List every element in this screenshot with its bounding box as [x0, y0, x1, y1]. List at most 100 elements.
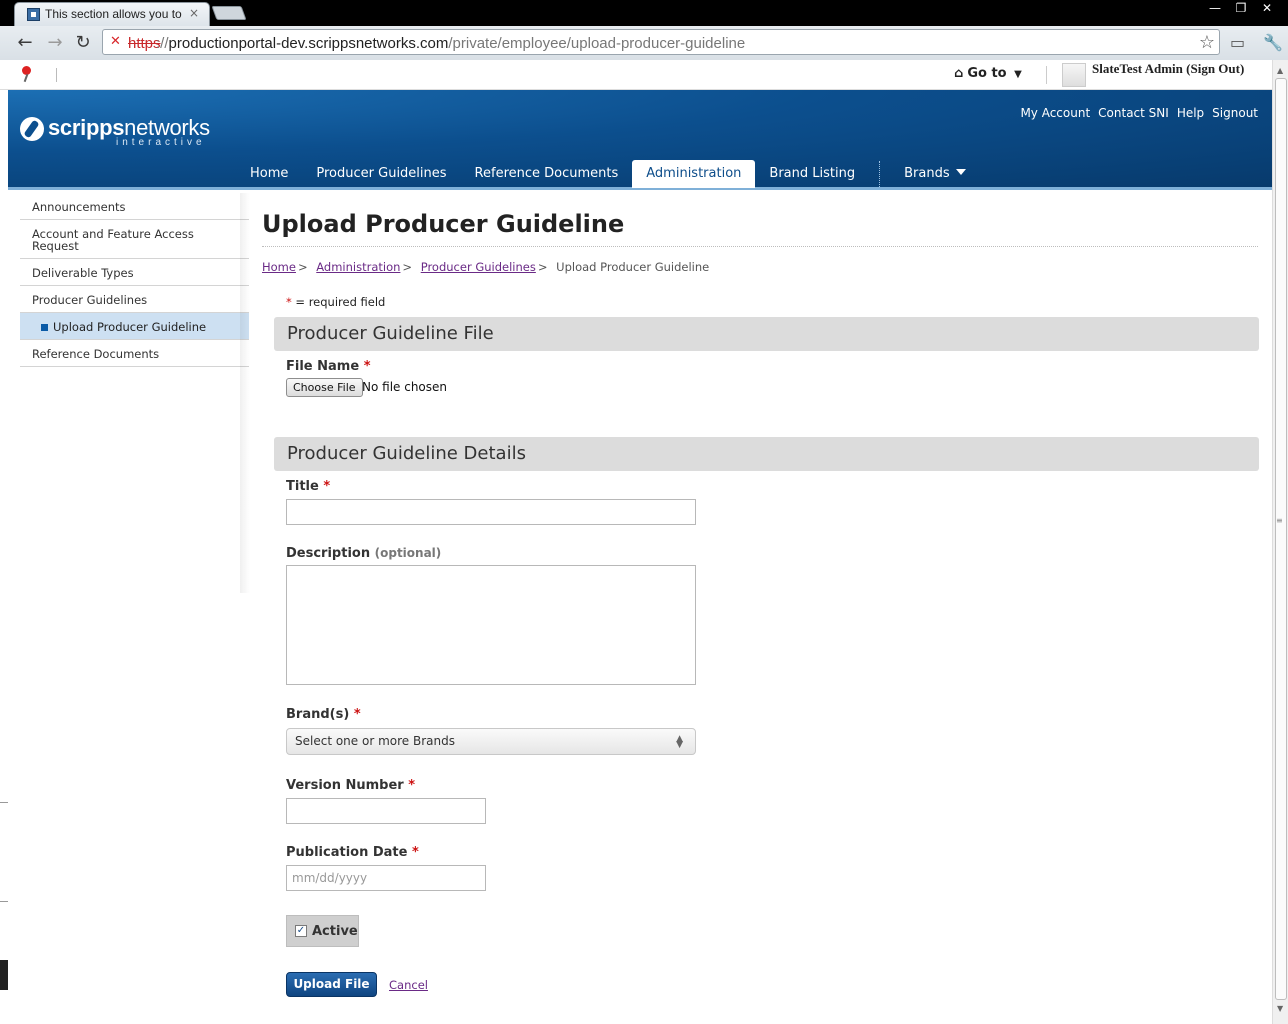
date-placeholder: mm/dd/yyyy — [292, 871, 368, 885]
section-file-header: Producer Guideline File — [274, 317, 1259, 351]
active-checkbox-group[interactable]: ✓ Active — [286, 915, 359, 947]
nav-home[interactable]: Home — [236, 160, 302, 188]
brands-select-placeholder: Select one or more Brands — [295, 734, 455, 748]
broken-lock-icon: ✕ — [110, 34, 121, 49]
nav-divider — [879, 161, 881, 187]
breadcrumb-separator: > — [537, 260, 548, 274]
brands-select[interactable]: Select one or more Brands ▲ ▼ — [286, 728, 696, 755]
breadcrumb-separator: > — [297, 260, 308, 274]
sidebar-item-producer-guidelines[interactable]: Producer Guidelines — [20, 286, 249, 313]
required-marker: * — [412, 845, 419, 860]
required-marker: * — [363, 359, 371, 374]
title-label: Title * — [286, 479, 330, 494]
brands-label-text: Brand(s) — [286, 707, 350, 722]
bookmarks-divider — [56, 68, 57, 82]
user-signout-link[interactable]: SlateTest Admin (Sign Out) — [1092, 61, 1244, 77]
description-textarea[interactable] — [286, 565, 696, 685]
sidebar: Announcements Account and Feature Access… — [20, 193, 249, 367]
sidebar-item-reference-documents[interactable]: Reference Documents — [20, 340, 249, 367]
contact-sni-link[interactable]: Contact SNI — [1098, 106, 1169, 120]
forward-arrow-icon[interactable]: → — [44, 32, 66, 54]
home-icon: ⌂ — [954, 66, 964, 81]
section-details-title: Producer Guideline Details — [287, 443, 526, 464]
caret-down-icon — [955, 169, 966, 175]
section-file-title: Producer Guideline File — [287, 323, 494, 344]
breadcrumb: Home > Administration > Producer Guideline… — [262, 260, 709, 274]
logo-subtitle: interactive — [116, 137, 206, 148]
cancel-link[interactable]: Cancel — [389, 978, 428, 992]
publication-date-input[interactable]: mm/dd/yyyy — [286, 865, 486, 891]
nav-brand-listing[interactable]: Brand Listing — [755, 160, 869, 188]
nav-administration[interactable]: Administration — [632, 160, 756, 188]
avatar — [1062, 63, 1086, 87]
nav-producer-guidelines[interactable]: Producer Guidelines — [302, 160, 460, 188]
choose-file-button[interactable]: Choose File — [286, 378, 363, 397]
browser-tab[interactable]: This section allows you to × — [14, 2, 210, 26]
scrollbar-thumb[interactable] — [1275, 78, 1287, 1000]
sidebar-item-upload-producer-guideline[interactable]: Upload Producer Guideline — [20, 313, 249, 340]
signout-link[interactable]: Signout — [1212, 106, 1258, 120]
active-checkbox[interactable]: ✓ — [295, 925, 307, 937]
goto-menu[interactable]: ⌂ Go to ▼ — [954, 66, 1022, 81]
address-bar[interactable]: ✕ https ://productionportal-dev.scrippsn… — [102, 29, 1220, 55]
logo-bold-text: scripps — [48, 115, 125, 140]
pin-icon[interactable] — [20, 66, 32, 82]
tab-close-icon[interactable]: × — [189, 6, 199, 20]
scrollbar[interactable]: ▲ ≡ ▼ — [1272, 60, 1288, 1024]
goto-label: Go to — [967, 66, 1007, 81]
title-input[interactable] — [286, 499, 696, 525]
tab-title: This section allows you to — [45, 7, 182, 21]
publication-date-label-text: Publication Date — [286, 845, 408, 860]
version-label-text: Version Number — [286, 778, 404, 793]
breadcrumb-producer-guidelines[interactable]: Producer Guidelines — [421, 260, 536, 274]
file-status-text: No file chosen — [362, 380, 448, 394]
close-window-button[interactable]: ✕ — [1254, 0, 1280, 18]
breadcrumb-current: Upload Producer Guideline — [556, 260, 710, 274]
url-path: /private/employee/upload-producer-guidel… — [448, 35, 746, 52]
site-header: scrippsnetworks interactive My Account C… — [8, 90, 1272, 190]
required-marker: * — [353, 707, 361, 722]
bookmark-star-icon[interactable]: ☆ — [1199, 32, 1215, 53]
extension-icon[interactable]: ▭ — [1230, 33, 1245, 52]
edge-dark-block — [0, 960, 8, 990]
upload-file-button[interactable]: Upload File — [286, 972, 377, 997]
minimize-button[interactable]: — — [1202, 0, 1228, 18]
version-number-input[interactable] — [286, 798, 486, 824]
sidebar-shadow — [240, 193, 250, 593]
brands-label: Brand(s) * — [286, 707, 361, 722]
back-arrow-icon[interactable]: ← — [14, 32, 36, 54]
breadcrumb-separator: > — [402, 260, 413, 274]
section-details-header: Producer Guideline Details — [274, 437, 1259, 471]
edge-marks — [0, 802, 8, 902]
sidebar-item-deliverable-types[interactable]: Deliverable Types — [20, 259, 249, 286]
required-marker: * — [286, 295, 292, 309]
scroll-up-icon[interactable]: ▲ — [1277, 66, 1283, 75]
web-page: scrippsnetworks interactive My Account C… — [8, 90, 1272, 1024]
restore-button[interactable]: ❐ — [1228, 0, 1254, 18]
help-link[interactable]: Help — [1177, 106, 1204, 120]
required-marker: * — [408, 778, 416, 793]
browser-titlebar: This section allows you to × — ❐ ✕ — [0, 0, 1288, 26]
wrench-icon[interactable]: 🔧 — [1263, 33, 1283, 52]
reload-icon[interactable]: ↻ — [72, 32, 94, 54]
new-tab-button[interactable] — [211, 6, 247, 20]
page-title: Upload Producer Guideline — [262, 210, 625, 238]
sidebar-item-label: Upload Producer Guideline — [53, 320, 207, 334]
required-marker: * — [323, 479, 331, 494]
nav-reference-documents[interactable]: Reference Documents — [461, 160, 633, 188]
sidebar-item-account-access[interactable]: Account and Feature Access Request — [20, 220, 249, 259]
nav-brands-dropdown[interactable]: Brands — [890, 160, 980, 188]
title-divider — [262, 246, 1258, 247]
main-nav: Home Producer Guidelines Reference Docum… — [236, 160, 980, 188]
left-edge — [0, 90, 8, 1024]
my-account-link[interactable]: My Account — [1020, 106, 1090, 120]
active-label: Active — [312, 924, 358, 939]
url-text: ://productionportal-dev.scrippsnetworks.… — [156, 35, 746, 52]
description-label-text: Description — [286, 546, 371, 561]
sidebar-item-announcements[interactable]: Announcements — [20, 193, 249, 220]
breadcrumb-home[interactable]: Home — [262, 260, 296, 274]
window-controls: — ❐ ✕ — [1202, 0, 1280, 18]
scroll-down-icon[interactable]: ▼ — [1277, 1004, 1283, 1013]
title-label-text: Title — [286, 479, 319, 494]
breadcrumb-administration[interactable]: Administration — [316, 260, 400, 274]
